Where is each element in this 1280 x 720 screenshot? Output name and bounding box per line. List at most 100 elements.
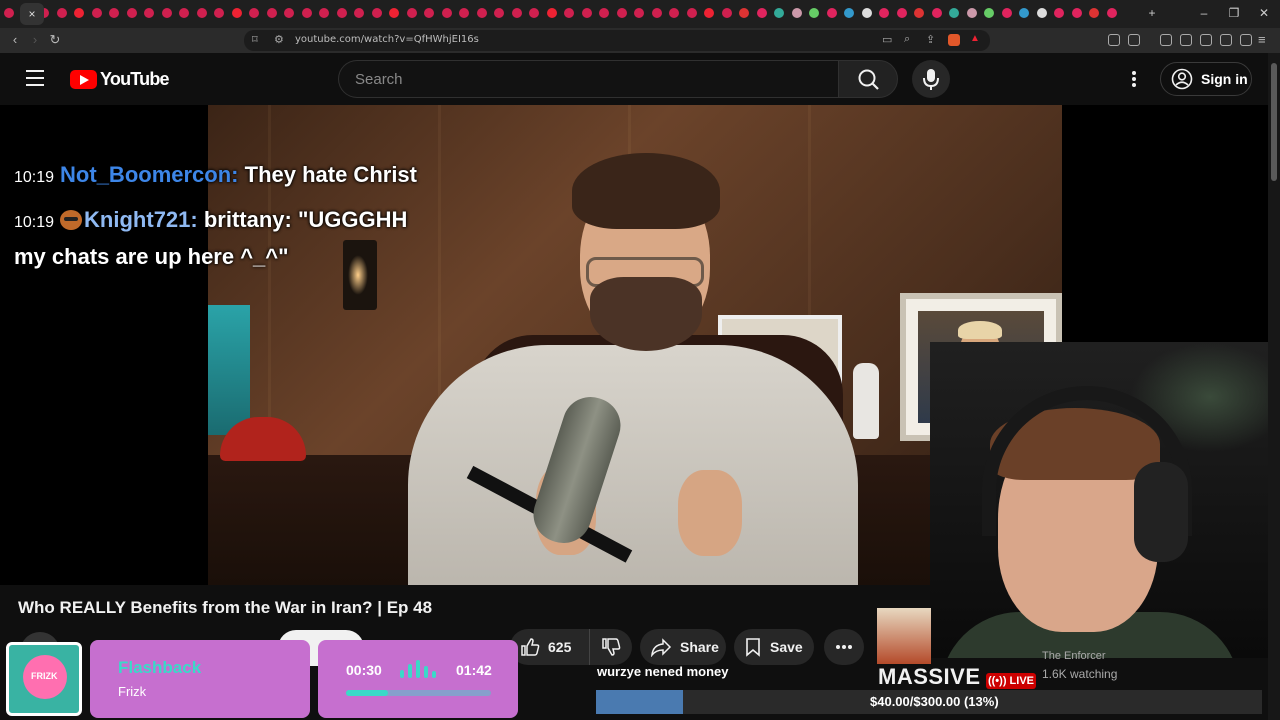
tab-favicon[interactable] <box>546 8 557 18</box>
share-button[interactable]: Share <box>640 629 726 665</box>
like-button[interactable]: 625 <box>510 629 590 665</box>
tab-favicon[interactable] <box>669 8 679 18</box>
tab-favicon[interactable] <box>1036 8 1047 18</box>
share-page-icon[interactable]: ⇪ <box>926 33 935 46</box>
tab-favicon[interactable] <box>301 8 312 18</box>
tab-favicon[interactable] <box>126 8 137 18</box>
tab-favicon[interactable] <box>564 8 574 18</box>
tab-favicon[interactable] <box>1001 8 1012 18</box>
forward-icon[interactable]: › <box>26 32 44 47</box>
tab-favicon[interactable] <box>56 8 67 18</box>
tab-favicon[interactable] <box>931 8 942 18</box>
tab-favicon[interactable] <box>214 8 224 18</box>
recommended-thumbnail[interactable] <box>877 608 931 664</box>
brave-rewards-icon[interactable]: ▲ <box>970 33 980 44</box>
tab-favicon[interactable] <box>91 8 102 18</box>
tab-favicon[interactable] <box>879 8 889 18</box>
tab-favicon[interactable] <box>459 8 469 18</box>
tab-favicon[interactable] <box>966 8 977 18</box>
music-extension-icon[interactable] <box>1160 34 1172 46</box>
tab-favicon[interactable] <box>109 8 119 18</box>
tab-favicon[interactable] <box>231 8 242 18</box>
vpn-icon[interactable] <box>1240 34 1252 46</box>
tab-favicon[interactable] <box>634 8 644 18</box>
recommended-channel[interactable]: The Enforcer <box>1042 650 1106 662</box>
zoom-icon[interactable]: ⌕ <box>904 33 910 46</box>
search-input[interactable] <box>339 61 838 97</box>
tab-favicon[interactable] <box>1106 8 1117 18</box>
tab-favicon[interactable] <box>651 8 662 18</box>
youtube-logo[interactable]: YouTube <box>70 69 170 89</box>
tab-favicon[interactable] <box>196 8 207 18</box>
tab-favicon[interactable] <box>756 8 767 18</box>
tab-favicon[interactable] <box>249 8 259 18</box>
voice-search-button[interactable] <box>912 60 950 98</box>
new-tab-button[interactable]: + <box>1142 6 1162 20</box>
maximize-window-button[interactable]: ❐ <box>1224 6 1244 20</box>
tab-favicon[interactable] <box>406 8 417 18</box>
tab-favicon[interactable] <box>266 8 277 18</box>
tab-favicon[interactable] <box>371 8 382 18</box>
tab-favicon[interactable] <box>529 8 539 18</box>
extension-puzzle-icon[interactable] <box>1108 34 1120 46</box>
tab-favicon[interactable] <box>826 8 837 18</box>
reload-icon[interactable]: ↻ <box>46 32 64 48</box>
tab-favicon[interactable] <box>1089 8 1099 18</box>
tab-favicon[interactable] <box>319 8 329 18</box>
tab-favicon[interactable] <box>161 8 172 18</box>
page-scrollbar[interactable] <box>1268 53 1280 720</box>
sidebar-icon[interactable] <box>1180 34 1192 46</box>
tab-favicon[interactable] <box>354 8 364 18</box>
tab-favicon[interactable] <box>984 8 994 18</box>
tab-favicon[interactable] <box>686 8 697 18</box>
browser-menu-icon[interactable]: ≡ <box>1258 32 1266 47</box>
cast-icon[interactable]: ▭ <box>882 33 892 46</box>
tab-favicon[interactable] <box>896 8 907 18</box>
active-tab-close-button[interactable]: × <box>20 3 44 25</box>
tab-favicon[interactable] <box>704 8 714 18</box>
tab-favicon[interactable] <box>284 8 294 18</box>
tab-favicon[interactable] <box>861 8 872 18</box>
omnibox[interactable]: ⌑ ⚙ youtube.com/watch?v=QfHWhjEI16s ▭ ⌕ … <box>244 30 990 51</box>
brave-shield-icon[interactable] <box>948 34 960 46</box>
sign-in-button[interactable]: Sign in <box>1160 62 1252 96</box>
save-button[interactable]: Save <box>734 629 814 665</box>
tab-favicon[interactable] <box>389 8 399 18</box>
wallet-icon[interactable] <box>1200 34 1212 46</box>
tab-favicon[interactable] <box>739 8 749 18</box>
tab-favicon[interactable] <box>949 8 959 18</box>
settings-kebab-icon[interactable] <box>1124 67 1144 91</box>
guide-menu-icon[interactable] <box>26 70 46 86</box>
more-actions-button[interactable] <box>824 629 864 665</box>
tab-favicon[interactable] <box>844 8 854 18</box>
tab-favicon[interactable] <box>74 8 84 18</box>
leo-icon[interactable] <box>1220 34 1232 46</box>
tab-favicon[interactable] <box>721 8 732 18</box>
close-window-button[interactable]: ✕ <box>1254 6 1274 20</box>
tab-favicon[interactable] <box>494 8 504 18</box>
tab-favicon[interactable] <box>144 8 154 18</box>
tab-favicon[interactable] <box>441 8 452 18</box>
tab-favicon[interactable] <box>4 8 14 18</box>
recommended-title[interactable]: MASSIVE <box>878 664 981 690</box>
tab-favicon[interactable] <box>616 8 627 18</box>
site-info-icon[interactable]: ⚙ <box>274 33 284 46</box>
extension-icon[interactable] <box>1128 34 1140 46</box>
tab-favicon[interactable] <box>336 8 347 18</box>
tab-favicon[interactable] <box>791 8 802 18</box>
tab-favicon[interactable] <box>774 8 784 18</box>
tab-favicon[interactable] <box>1019 8 1029 18</box>
back-icon[interactable]: ‹ <box>6 32 24 47</box>
tab-favicon[interactable] <box>914 8 924 18</box>
tab-favicon[interactable] <box>511 8 522 18</box>
bookmark-icon[interactable]: ⌑ <box>252 33 258 46</box>
minimize-window-button[interactable]: – <box>1194 6 1214 20</box>
tab-favicon[interactable] <box>809 8 819 18</box>
tab-favicon[interactable] <box>424 8 434 18</box>
tab-favicon[interactable] <box>476 8 487 18</box>
tab-favicon[interactable] <box>179 8 189 18</box>
tab-favicon[interactable] <box>599 8 609 18</box>
dislike-button[interactable] <box>590 629 632 665</box>
tab-favicon[interactable] <box>581 8 592 18</box>
tab-favicon[interactable] <box>1054 8 1064 18</box>
